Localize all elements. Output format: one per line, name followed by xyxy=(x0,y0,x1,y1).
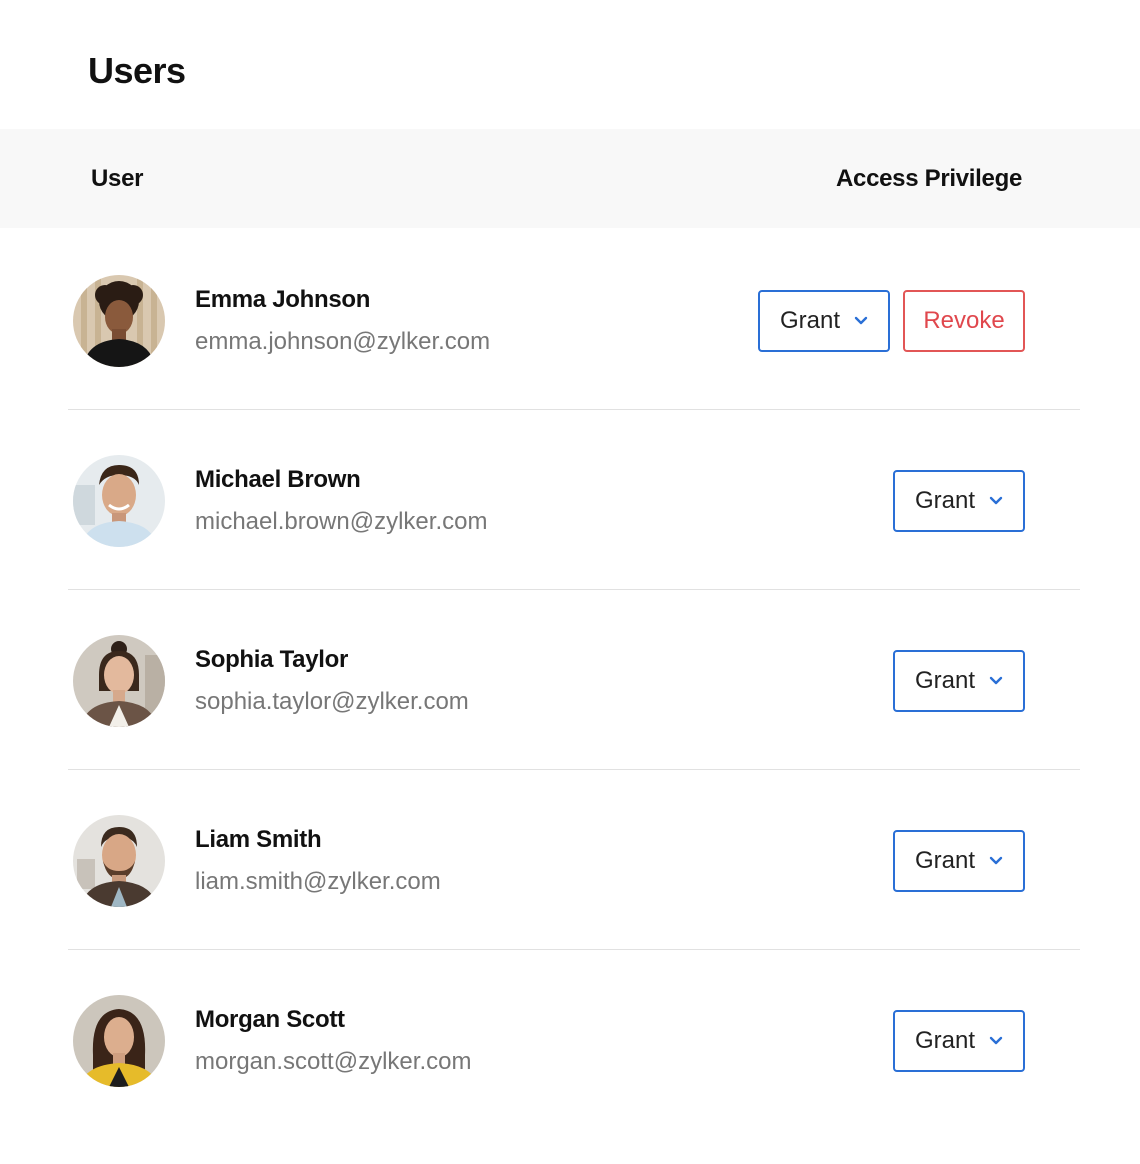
column-header-access-privilege: Access Privilege xyxy=(836,165,1022,192)
grant-dropdown-button[interactable]: Grant xyxy=(893,650,1025,712)
user-row: Sophia Taylor sophia.taylor@zylker.com G… xyxy=(0,590,1140,770)
chevron-down-icon xyxy=(854,316,868,326)
user-row: Morgan Scott morgan.scott@zylker.com Gra… xyxy=(0,950,1140,1130)
user-name: Emma Johnson xyxy=(195,286,371,313)
row-actions: Grant xyxy=(893,1010,1025,1072)
user-email: sophia.taylor@zylker.com xyxy=(195,688,469,715)
grant-dropdown-button[interactable]: Grant xyxy=(893,1010,1025,1072)
grant-label: Grant xyxy=(914,1027,976,1054)
user-row: Emma Johnson emma.johnson@zylker.com Gra… xyxy=(0,230,1140,410)
chevron-down-icon xyxy=(989,676,1003,686)
avatar xyxy=(73,995,165,1087)
row-actions: Grant xyxy=(893,830,1025,892)
user-email: emma.johnson@zylker.com xyxy=(195,328,491,355)
avatar xyxy=(73,275,165,367)
row-actions: Grant Revoke xyxy=(758,290,1025,352)
grant-label: Grant xyxy=(914,667,976,694)
user-email: michael.brown@zylker.com xyxy=(195,508,488,535)
user-row: Michael Brown michael.brown@zylker.com G… xyxy=(0,410,1140,590)
grant-label: Grant xyxy=(914,847,976,874)
grant-label: Grant xyxy=(779,307,841,334)
user-list: Emma Johnson emma.johnson@zylker.com Gra… xyxy=(0,230,1140,1130)
user-name: Liam Smith xyxy=(195,826,322,853)
avatar xyxy=(73,815,165,907)
page-title: Users xyxy=(88,50,186,91)
user-email: liam.smith@zylker.com xyxy=(195,868,441,895)
avatar xyxy=(73,455,165,547)
chevron-down-icon xyxy=(989,856,1003,866)
user-name: Sophia Taylor xyxy=(195,646,349,673)
column-header-user: User xyxy=(91,165,144,192)
grant-dropdown-button[interactable]: Grant xyxy=(893,830,1025,892)
chevron-down-icon xyxy=(989,496,1003,506)
grant-dropdown-button[interactable]: Grant xyxy=(758,290,890,352)
user-name: Morgan Scott xyxy=(195,1006,345,1033)
avatar xyxy=(73,635,165,727)
table-header: User Access Privilege xyxy=(0,129,1140,228)
user-email: morgan.scott@zylker.com xyxy=(195,1048,472,1075)
grant-dropdown-button[interactable]: Grant xyxy=(893,470,1025,532)
chevron-down-icon xyxy=(989,1036,1003,1046)
grant-label: Grant xyxy=(914,487,976,514)
user-name: Michael Brown xyxy=(195,466,361,493)
row-actions: Grant xyxy=(893,470,1025,532)
row-actions: Grant xyxy=(893,650,1025,712)
revoke-button[interactable]: Revoke xyxy=(903,290,1025,352)
user-row: Liam Smith liam.smith@zylker.com Grant xyxy=(0,770,1140,950)
